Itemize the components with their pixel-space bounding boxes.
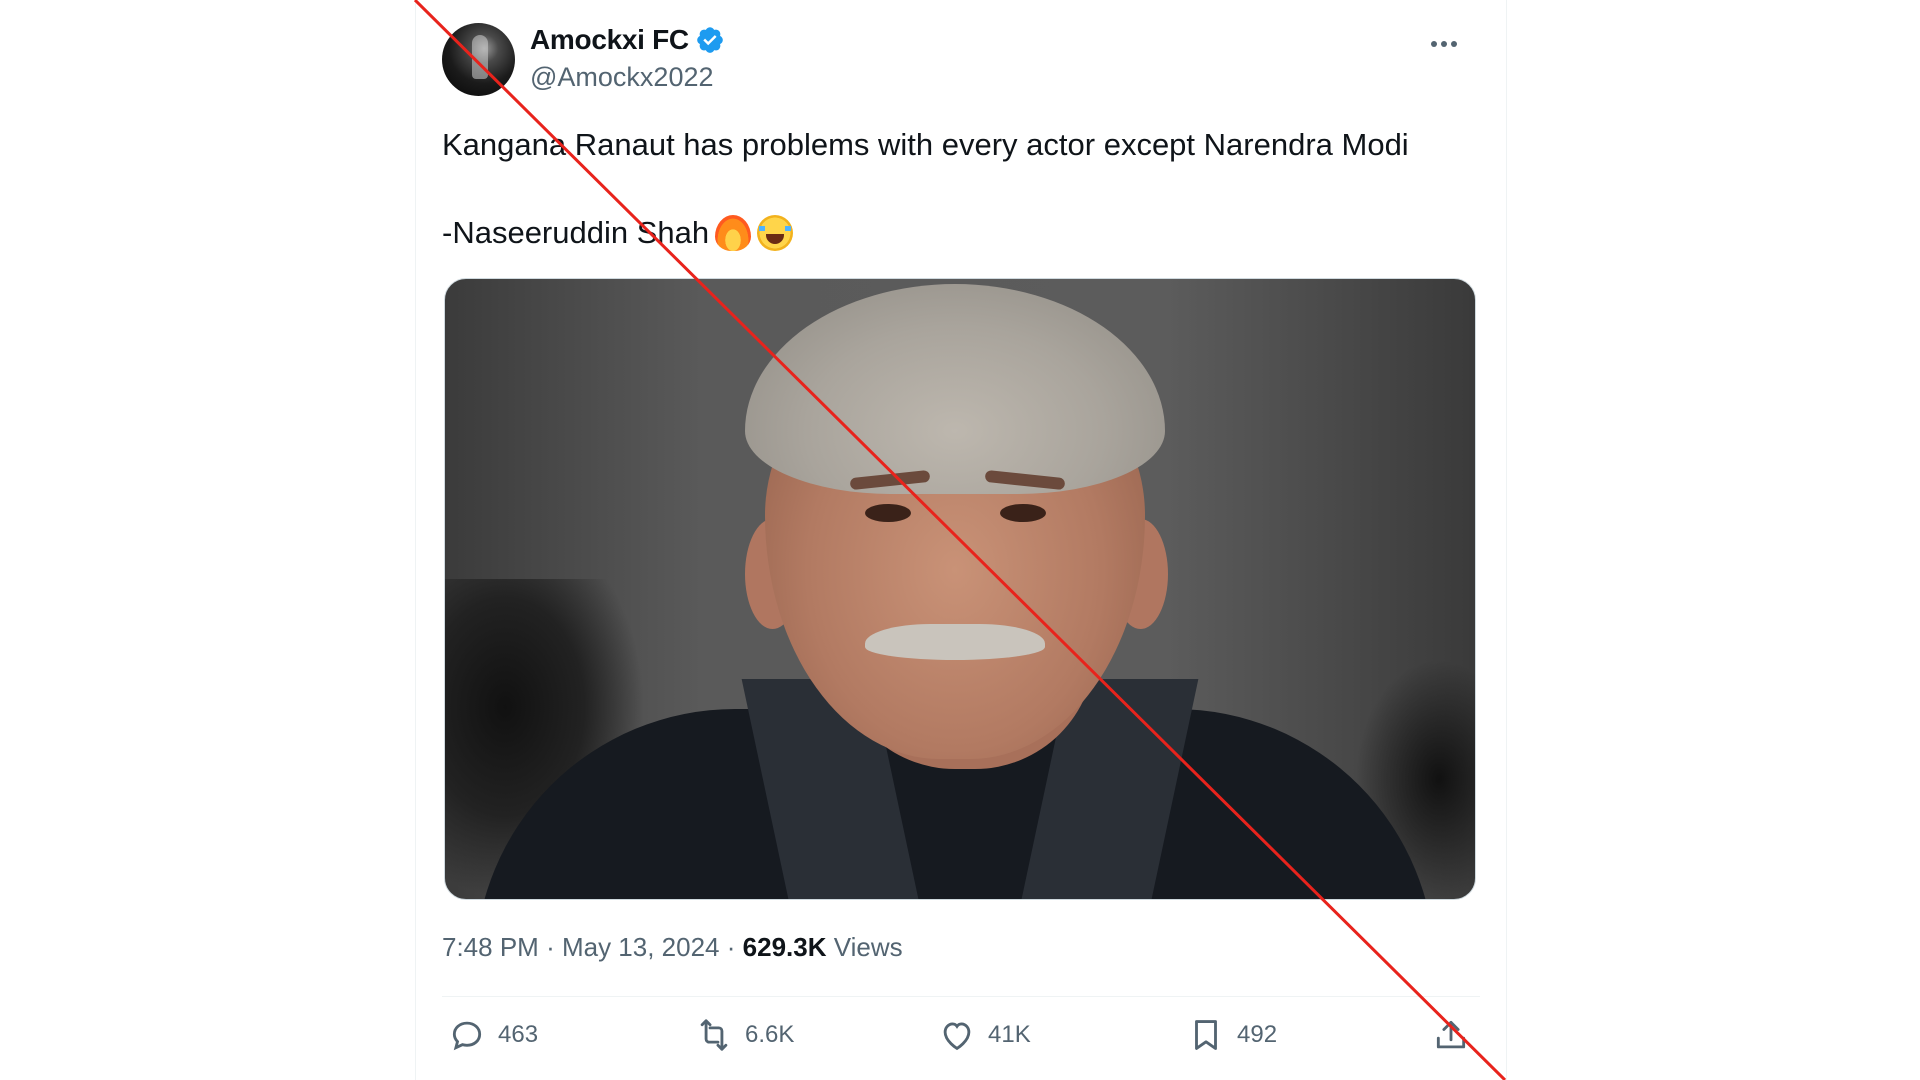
like-button[interactable]: 41K	[938, 1016, 1031, 1054]
divider	[442, 996, 1480, 997]
meta-separator: ·	[546, 932, 555, 962]
photo-mustache	[865, 624, 1045, 660]
fire-emoji-icon	[715, 215, 752, 251]
tweet-text-line-2: -Naseeruddin Shah	[442, 215, 710, 250]
like-count: 41K	[988, 1021, 1031, 1048]
bookmark-icon	[1195, 1020, 1217, 1050]
meta-separator: ·	[726, 932, 736, 962]
share-button[interactable]	[1432, 1016, 1470, 1054]
avatar-figure	[472, 35, 488, 79]
tweet-photo[interactable]	[444, 278, 1476, 900]
tweet-text-line-2-row: -Naseeruddin Shah	[442, 212, 1452, 254]
tweet-text: Kangana Ranaut has problems with every a…	[442, 124, 1452, 254]
bookmark-count: 492	[1237, 1021, 1278, 1048]
views-label: Views	[833, 932, 903, 962]
reply-icon	[452, 1021, 482, 1051]
author-display-name[interactable]: Amockxi FC	[530, 24, 689, 56]
repost-icon	[700, 1019, 728, 1051]
heart-icon	[943, 1022, 971, 1051]
bookmark-button[interactable]: 492	[1187, 1016, 1277, 1054]
reply-count: 463	[498, 1021, 539, 1048]
tweet-date[interactable]: May 13, 2024	[562, 932, 720, 962]
action-bar: 463 6.6K 41K 492	[442, 1016, 1480, 1066]
tweet-meta: 7:48 PM · May 13, 2024 · 629.3K Views	[442, 932, 903, 963]
tweet-time[interactable]: 7:48 PM	[442, 932, 539, 962]
avatar[interactable]	[442, 23, 515, 96]
photo-eye	[1000, 504, 1046, 522]
tweet-card: Amockxi FC @Amockx2022 Kangana Ranaut ha…	[415, 0, 1507, 1080]
more-options-icon[interactable]	[1424, 24, 1464, 64]
reply-button[interactable]: 463	[448, 1016, 538, 1054]
photo-hair	[745, 284, 1165, 494]
views-count: 629.3K	[742, 932, 827, 962]
repost-button[interactable]: 6.6K	[695, 1016, 794, 1054]
tears-of-joy-emoji-icon	[757, 215, 794, 251]
verified-badge-icon	[697, 27, 723, 53]
author-name-row[interactable]: Amockxi FC	[530, 24, 725, 56]
author-handle[interactable]: @Amockx2022	[530, 62, 714, 93]
photo-eye	[865, 504, 911, 522]
share-icon	[1436, 1020, 1466, 1049]
tweet-text-line-1: Kangana Ranaut has problems with every a…	[442, 127, 1409, 162]
repost-count: 6.6K	[745, 1021, 795, 1048]
